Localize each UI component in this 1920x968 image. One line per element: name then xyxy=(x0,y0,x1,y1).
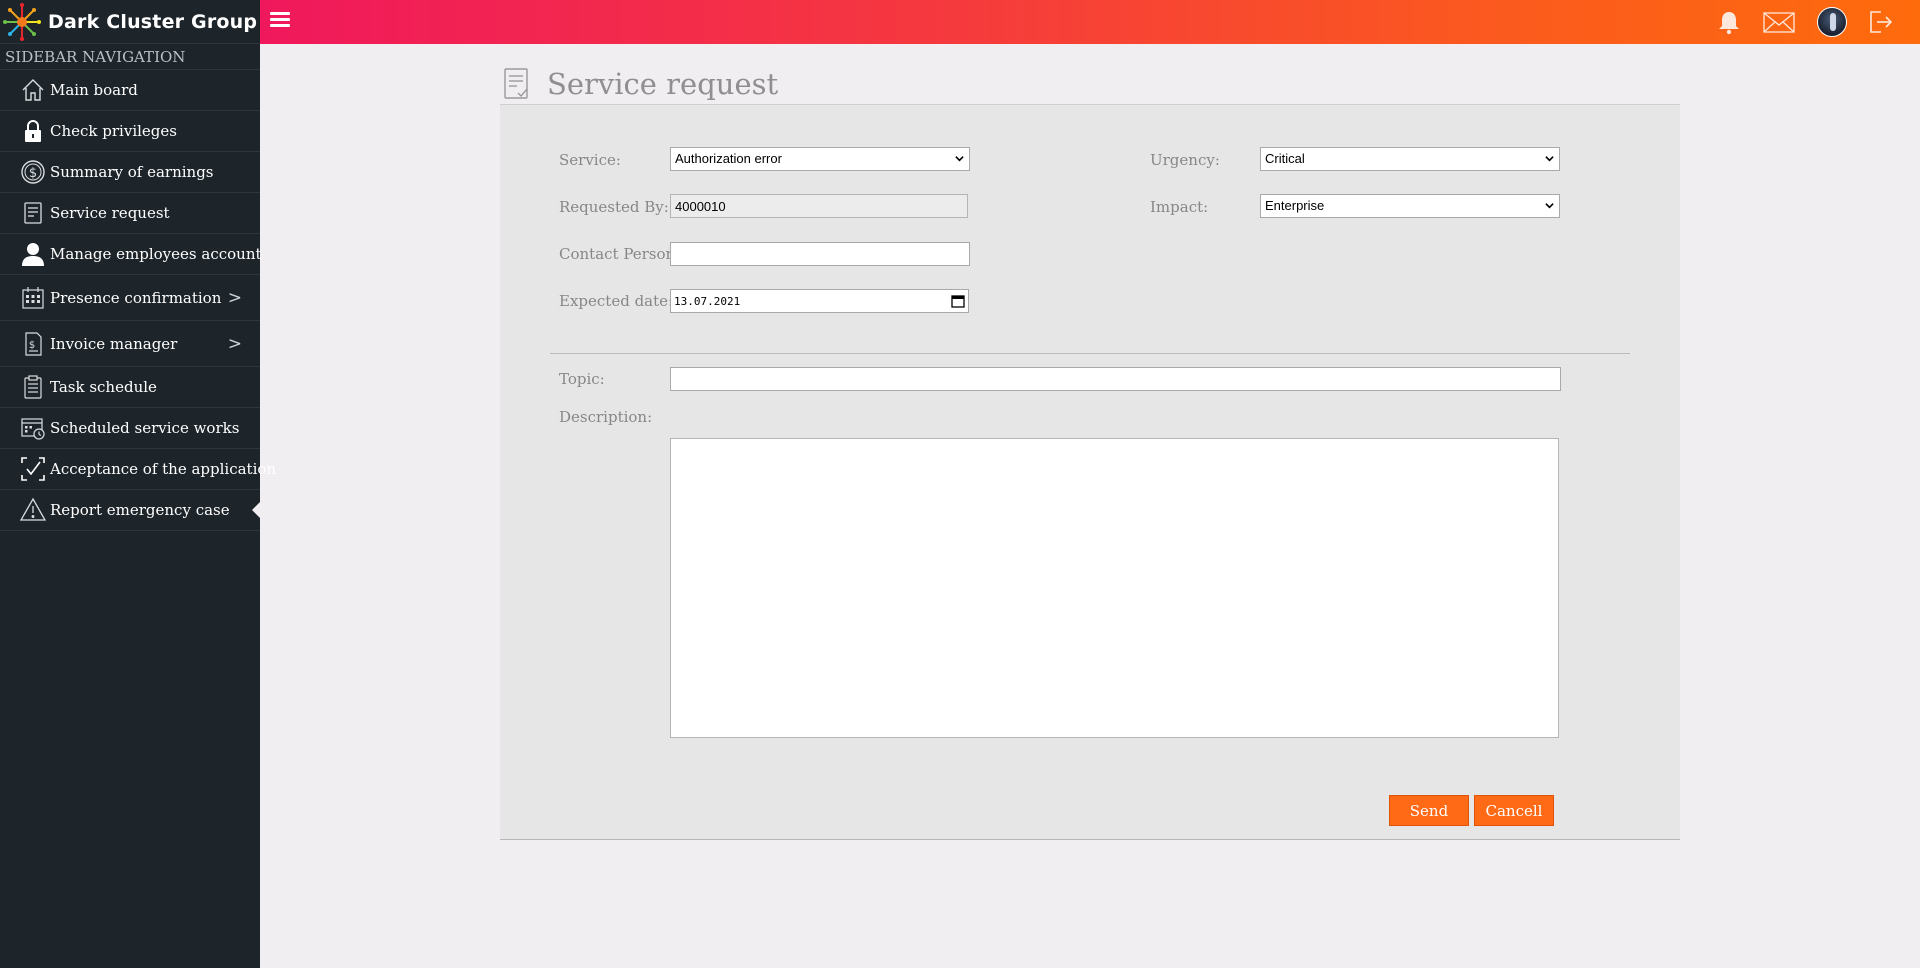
send-button[interactable]: Send xyxy=(1389,795,1469,826)
page-title: Service request xyxy=(547,67,779,101)
active-indicator xyxy=(252,502,260,518)
lock-icon xyxy=(18,116,48,146)
sidebar-item-label: Report emergency case xyxy=(50,501,230,519)
checkmark-frame-icon xyxy=(18,454,48,484)
user-icon xyxy=(18,239,48,269)
sidebar-item-invoice-manager[interactable]: $ Invoice manager > xyxy=(0,321,260,367)
avatar[interactable] xyxy=(1817,7,1847,37)
urgency-select-wrap: Critical xyxy=(1260,147,1560,171)
impact-select[interactable]: Enterprise xyxy=(1260,194,1560,218)
dollar-circle-icon: $ xyxy=(18,157,48,187)
expected-date-field[interactable] xyxy=(670,289,969,313)
sidebar-item-label: Manage employees account xyxy=(50,245,262,263)
topic-field[interactable] xyxy=(670,367,1561,391)
sidebar-item-label: Scheduled service works xyxy=(50,419,240,437)
document-icon xyxy=(18,198,48,228)
starburst-logo xyxy=(3,2,41,41)
contact-person-field[interactable] xyxy=(670,242,970,266)
sidebar-item-service-request[interactable]: Service request xyxy=(0,193,260,234)
expected-date-wrap xyxy=(670,289,969,313)
sidebar-item-check-privileges[interactable]: Check privileges xyxy=(0,111,260,152)
svg-text:$: $ xyxy=(29,166,37,181)
requested-by-field[interactable] xyxy=(670,194,968,218)
mail-icon[interactable] xyxy=(1762,7,1796,37)
brand[interactable]: Dark Cluster Group xyxy=(0,0,260,44)
page-header: Service request xyxy=(501,64,778,104)
service-select[interactable]: Authorization error xyxy=(670,147,970,171)
sidebar-item-label: Summary of earnings xyxy=(50,163,214,181)
sidebar-item-label: Check privileges xyxy=(50,122,177,140)
sidebar: Dark Cluster Group SIDEBAR NAVIGATION Ma… xyxy=(0,0,276,968)
document-check-icon xyxy=(504,68,528,99)
description-label: Description: xyxy=(559,408,653,426)
impact-select-wrap: Enterprise xyxy=(1260,194,1560,218)
contact-person-label: Contact Person: xyxy=(559,245,681,263)
sidebar-heading: SIDEBAR NAVIGATION xyxy=(0,44,260,70)
service-label: Service: xyxy=(559,151,621,169)
bell-icon[interactable] xyxy=(1714,7,1744,37)
topbar xyxy=(260,0,1920,44)
urgency-select[interactable]: Critical xyxy=(1260,147,1560,171)
requested-by-label: Requested By: xyxy=(559,198,669,216)
clipboard-icon xyxy=(18,372,48,402)
topic-label: Topic: xyxy=(559,370,605,388)
sidebar-item-task-schedule[interactable]: Task schedule xyxy=(0,367,260,408)
cancel-button[interactable]: Cancell xyxy=(1474,795,1554,826)
sidebar-item-label: Service request xyxy=(50,204,170,222)
service-request-form: Service: Authorization error Requested B… xyxy=(500,104,1680,840)
sidebar-item-summary-of-earnings[interactable]: $ Summary of earnings xyxy=(0,152,260,193)
sidebar-item-report-emergency-case[interactable]: Report emergency case xyxy=(0,490,260,531)
chevron-right-icon[interactable]: > xyxy=(228,288,242,308)
expected-date-label: Expected date: xyxy=(559,292,674,310)
impact-label: Impact: xyxy=(1150,198,1209,216)
sidebar-item-presence-confirmation[interactable]: Presence confirmation > xyxy=(0,275,260,321)
form-divider xyxy=(550,353,1630,354)
sidebar-item-main-board[interactable]: Main board xyxy=(0,70,260,111)
chevron-right-icon[interactable]: > xyxy=(228,334,242,354)
calendar-grid-icon xyxy=(18,283,48,313)
sidebar-item-acceptance-of-the-application[interactable]: Acceptance of the application xyxy=(0,449,276,490)
sidebar-item-label: Acceptance of the application xyxy=(50,460,277,478)
logout-icon[interactable] xyxy=(1865,7,1895,37)
sidebar-item-label: Presence confirmation xyxy=(50,288,222,307)
sidebar-item-label: Task schedule xyxy=(50,378,157,396)
invoice-icon: $ xyxy=(18,329,48,359)
sidebar-item-manage-employees-account[interactable]: Manage employees account xyxy=(0,234,262,275)
sidebar-item-label: Main board xyxy=(50,81,138,99)
urgency-label: Urgency: xyxy=(1150,151,1220,169)
home-icon xyxy=(18,75,48,105)
brand-name: Dark Cluster Group xyxy=(48,10,258,33)
calendar-clock-icon xyxy=(18,413,48,443)
description-textarea[interactable] xyxy=(670,438,1559,738)
service-select-wrap: Authorization error xyxy=(670,147,970,171)
svg-text:$: $ xyxy=(29,340,35,351)
warning-triangle-icon xyxy=(18,495,48,525)
hamburger-icon[interactable] xyxy=(270,12,290,30)
sidebar-item-label: Invoice manager xyxy=(50,334,178,353)
sidebar-item-scheduled-service-works[interactable]: Scheduled service works xyxy=(0,408,260,449)
